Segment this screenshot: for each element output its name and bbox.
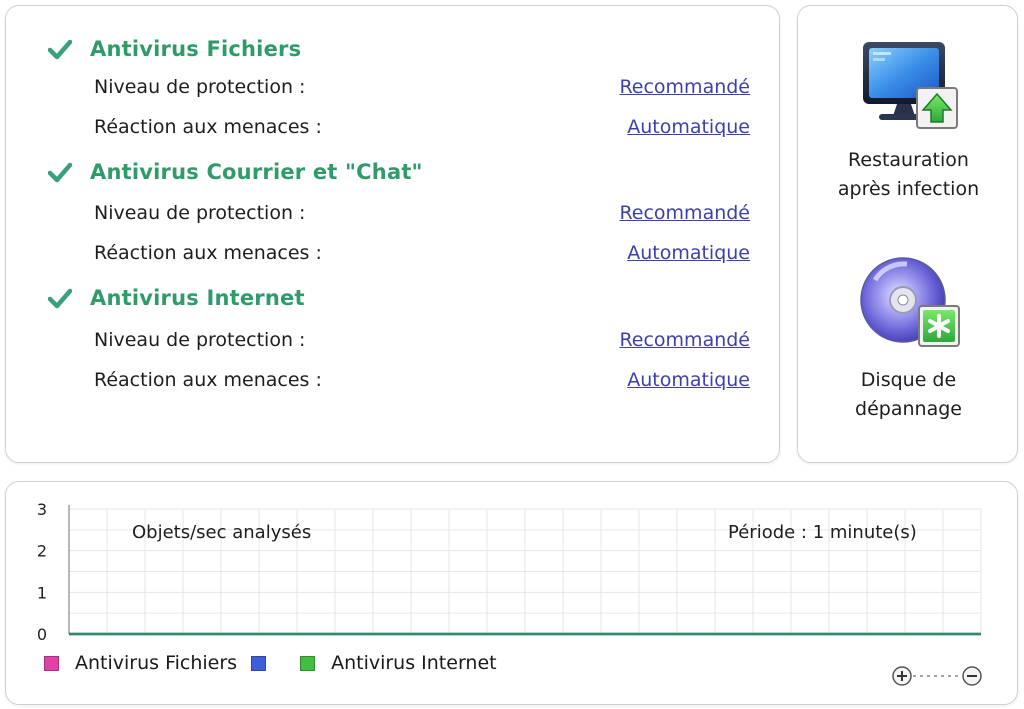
rescue-label-line1: Disque de xyxy=(860,369,957,391)
setting-row-threat-response: Réaction aux menaces : Automatique xyxy=(94,365,750,395)
setting-label: Réaction aux menaces : xyxy=(94,116,322,138)
setting-label: Réaction aux menaces : xyxy=(94,242,322,264)
section-title-web-antivirus[interactable]: Antivirus Internet xyxy=(90,286,305,310)
section-header-mail-antivirus: Antivirus Courrier et "Chat" xyxy=(48,157,423,187)
activity-monitor-panel: 0 1 2 3 Objets/sec analysés Période : 1 min… xyxy=(5,481,1018,705)
y-tick-label: 2 xyxy=(37,542,47,561)
setting-row-protection-level: Niveau de protection : Recommandé xyxy=(94,198,750,228)
legend-label-web-antivirus: Antivirus Internet xyxy=(331,652,497,674)
setting-row-protection-level: Niveau de protection : Recommandé xyxy=(94,325,750,355)
tools-panel: Restauration après infection Disque de d… xyxy=(797,5,1018,463)
setting-row-threat-response: Réaction aux menaces : Automatique xyxy=(94,238,750,268)
threat-response-link[interactable]: Automatique xyxy=(627,369,750,391)
y-tick-label: 1 xyxy=(37,583,47,602)
threat-response-link[interactable]: Automatique xyxy=(627,242,750,264)
chart-legend: Antivirus Fichiers Antivirus Internet xyxy=(44,652,511,674)
setting-row-threat-response: Réaction aux menaces : Automatique xyxy=(94,112,750,142)
check-icon xyxy=(48,162,72,183)
restore-label-line1: Restauration xyxy=(848,149,969,171)
zoom-out-icon[interactable] xyxy=(962,666,982,686)
protection-settings-panel: Antivirus Fichiers Niveau de protection … xyxy=(5,5,780,463)
zoom-control[interactable] xyxy=(891,665,983,687)
restore-after-infection-button[interactable]: Restauration après infection xyxy=(798,38,1019,204)
legend-swatch-mail-antivirus xyxy=(251,655,267,671)
threat-response-link[interactable]: Automatique xyxy=(627,116,750,138)
rescue-disk-button[interactable]: Disque de dépannage xyxy=(798,250,1019,424)
setting-label: Réaction aux menaces : xyxy=(94,369,322,391)
section-header-web-antivirus: Antivirus Internet xyxy=(48,283,305,313)
section-title-mail-antivirus[interactable]: Antivirus Courrier et "Chat" xyxy=(90,160,423,184)
chart-period: Période : 1 minute(s) xyxy=(728,522,917,543)
rescue-disk-icon xyxy=(859,257,960,347)
section-title-file-antivirus[interactable]: Antivirus Fichiers xyxy=(90,37,301,61)
chart-caption: Objets/sec analysés xyxy=(132,522,312,543)
setting-label: Niveau de protection : xyxy=(94,329,306,351)
setting-label: Niveau de protection : xyxy=(94,202,306,224)
y-tick-label: 3 xyxy=(37,500,47,519)
restore-label-line2: après infection xyxy=(837,178,980,200)
legend-swatch-web-antivirus xyxy=(300,655,316,671)
setting-row-protection-level: Niveau de protection : Recommandé xyxy=(94,72,750,102)
protection-level-link[interactable]: Recommandé xyxy=(619,202,750,224)
protection-level-link[interactable]: Recommandé xyxy=(619,329,750,351)
monitor-restore-icon xyxy=(862,42,958,129)
setting-label: Niveau de protection : xyxy=(94,76,306,98)
legend-label-file-antivirus: Antivirus Fichiers xyxy=(75,652,238,674)
check-icon xyxy=(48,39,72,60)
check-icon xyxy=(48,288,72,309)
y-tick-label: 0 xyxy=(37,625,47,644)
rescue-label-line2: dépannage xyxy=(855,398,962,420)
section-header-file-antivirus: Antivirus Fichiers xyxy=(48,34,301,64)
legend-swatch-file-antivirus xyxy=(44,655,59,671)
zoom-in-icon[interactable] xyxy=(892,666,912,686)
protection-level-link[interactable]: Recommandé xyxy=(619,76,750,98)
